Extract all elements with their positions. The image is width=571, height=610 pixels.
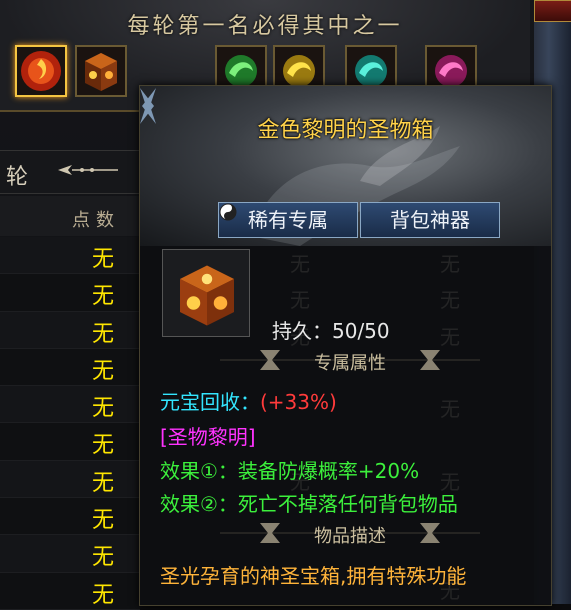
ghost-value: 无 — [440, 397, 460, 422]
table-row: 无 — [0, 423, 140, 461]
bracket-right-icon — [140, 88, 154, 124]
points-value: 无 — [92, 396, 115, 422]
table-row: 无 — [0, 460, 140, 499]
section-exclusive-label: 专属属性 — [314, 353, 386, 374]
round-label: 轮 — [6, 165, 29, 190]
ingot-value: (+33%) — [260, 390, 337, 414]
ingot-label: 元宝回收： — [160, 390, 260, 414]
table-row: 无 — [0, 311, 140, 349]
ingot-recycle-line: 元宝回收：(+33%) — [160, 386, 337, 415]
tag-bag-artifact: 背包神器 — [360, 202, 500, 238]
ranking-table-header: 点数 — [0, 196, 140, 236]
tag-rare-exclusive: 稀有专属 — [218, 202, 358, 238]
ranking-rows: 无 无 无 无 无 无 无 无 无 无 — [0, 237, 140, 610]
points-value: 无 — [92, 247, 115, 272]
points-value: 无 — [92, 545, 115, 571]
points-value: 无 — [92, 284, 115, 310]
round-header: 轮 — [0, 150, 140, 194]
relic-box-icon — [180, 265, 234, 326]
effect-1: 效果①：装备防爆概率+20% — [160, 459, 420, 483]
points-column-header: 点数 — [72, 210, 120, 231]
tag-rare-label: 稀有专属 — [248, 208, 328, 232]
points-value: 无 — [92, 321, 115, 347]
ghost-value: 无 — [290, 252, 310, 276]
points-value: 无 — [92, 508, 115, 534]
table-row: 无 — [0, 535, 140, 573]
ghost-value: 无 — [290, 288, 310, 313]
table-row: 无 — [0, 348, 140, 387]
table-row: 无 — [0, 386, 140, 424]
item-tooltip: 金色黎明的圣物箱 稀有专属 背包神器 无无 无无 无无 无 无无 无 持久：50… — [139, 85, 552, 606]
section-item-description: 物品描述 — [220, 519, 480, 547]
tag-bag-label: 背包神器 — [390, 208, 470, 232]
table-row: 无 — [0, 274, 140, 312]
relic-name: [圣物黎明] — [160, 425, 256, 449]
effect-2: 效果②：死亡不掉落任何背包物品 — [160, 492, 458, 516]
durability-text: 持久：50/50 — [272, 319, 390, 343]
points-value: 无 — [92, 433, 115, 459]
item-icon-frame — [162, 249, 250, 337]
banner-title: 每轮第一名必得其中之一 — [127, 14, 403, 39]
ghost-value: 无 — [440, 288, 460, 313]
section-desc-label: 物品描述 — [314, 526, 386, 547]
table-row: 无 — [0, 498, 140, 536]
yin-yang-icon — [219, 203, 237, 221]
points-value: 无 — [92, 358, 115, 384]
ghost-value: 无 — [440, 252, 460, 276]
tooltip-header: 金色黎明的圣物箱 稀有专属 背包神器 — [140, 86, 551, 246]
gold-box-icon[interactable] — [75, 45, 127, 97]
table-row: 无 — [0, 572, 140, 610]
table-row: 无 — [0, 237, 140, 275]
item-title: 金色黎明的圣物箱 — [257, 118, 434, 143]
item-description: 圣光孕育的神圣宝箱,拥有特殊功能 — [160, 564, 467, 588]
points-value: 无 — [92, 470, 115, 496]
fire-orb-icon[interactable] — [15, 45, 67, 97]
corner-button[interactable] — [534, 0, 571, 22]
background-table-ghost: 无无 无无 无无 无 无无 无 — [290, 246, 530, 609]
arrow-decoration-icon — [58, 165, 118, 175]
section-exclusive-attributes: 专属属性 — [220, 346, 480, 374]
